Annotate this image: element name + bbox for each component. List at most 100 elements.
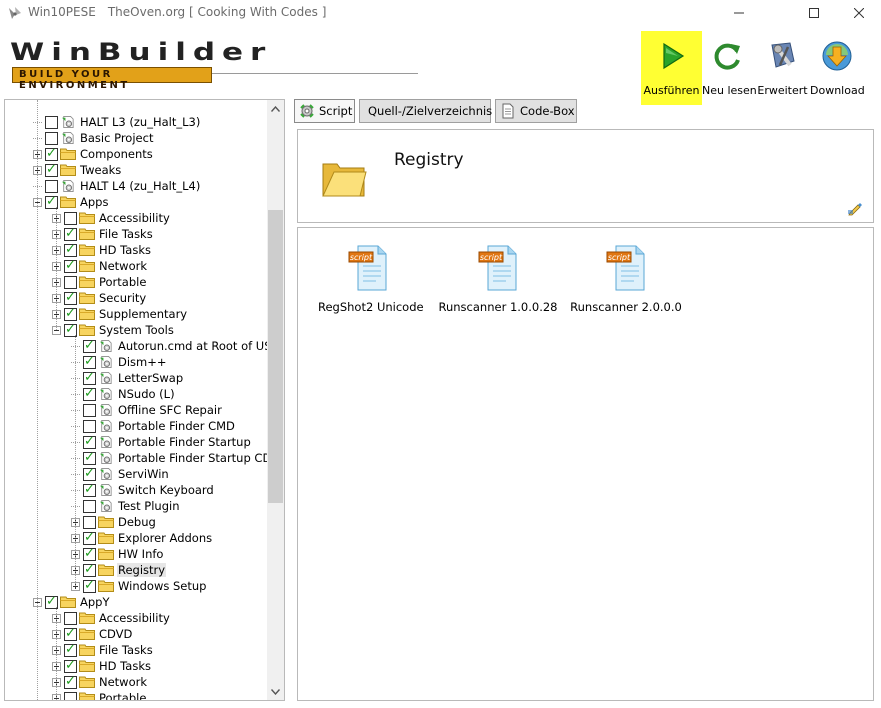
tree-checkbox[interactable] [64, 211, 77, 225]
tree-checkbox[interactable] [64, 691, 77, 700]
logo-tagline: BUILD YOUR ENVIRONMENT [19, 69, 130, 91]
tree-item[interactable]: Registry [71, 562, 167, 578]
tree-checkbox[interactable] [83, 338, 96, 353]
tree-item[interactable]: Dism++ [71, 354, 168, 370]
scroll-down-button[interactable] [267, 683, 284, 700]
tree-checkbox[interactable] [83, 386, 96, 401]
tree-item[interactable]: Test Plugin [71, 498, 181, 514]
minimize-button[interactable] [716, 0, 762, 26]
tree-item[interactable]: Offline SFC Repair [71, 402, 223, 418]
tree-checkbox[interactable] [83, 450, 96, 465]
tree-checkbox[interactable] [45, 179, 58, 193]
tree-item[interactable]: Components [33, 146, 154, 162]
tree-item[interactable]: HALT L4 (zu_Halt_L4) [33, 178, 201, 194]
tree-checkbox[interactable] [83, 434, 96, 449]
tab-script[interactable]: Script [294, 99, 355, 123]
tree-item[interactable]: Security [52, 290, 147, 306]
script-file-item[interactable]: script RegShot2 Unicode [318, 244, 424, 314]
tree-item-label: Components [80, 147, 153, 161]
tree-item[interactable]: Network [52, 258, 148, 274]
tree-item[interactable]: Debug [71, 514, 157, 530]
refresh-button[interactable]: Neu lesen [702, 31, 757, 105]
folder-icon [98, 547, 114, 561]
tree-item[interactable]: CDVD [52, 626, 133, 642]
tree-item[interactable]: Portable [52, 274, 147, 290]
advanced-button[interactable]: Erweitert [755, 31, 810, 105]
tree-checkbox[interactable] [64, 642, 77, 657]
tree-item[interactable]: HW Info [71, 546, 164, 562]
tree-checkbox[interactable] [83, 499, 96, 513]
tree-item[interactable]: Supplementary [52, 306, 188, 322]
edit-icon[interactable] [847, 200, 863, 216]
tree-item[interactable]: HD Tasks [52, 242, 152, 258]
tree-checkbox[interactable] [64, 226, 77, 241]
tree-item-label: Tweaks [80, 163, 122, 177]
scroll-up-button[interactable] [267, 100, 284, 117]
tree-item-label: Debug [118, 515, 156, 529]
download-button[interactable]: Download [810, 31, 865, 105]
tree-checkbox[interactable] [45, 146, 58, 161]
tree-item[interactable]: NSudo (L) [71, 386, 176, 402]
tab-source-target[interactable]: Quell-/Zielverzeichnis [359, 99, 492, 123]
tree-item[interactable]: Accessibility [52, 610, 171, 626]
tree-item[interactable]: Network [52, 674, 148, 690]
tree-item[interactable]: Explorer Addons [71, 530, 213, 546]
tree-checkbox[interactable] [64, 242, 77, 257]
maximize-button[interactable] [791, 0, 837, 26]
folder-icon [79, 260, 95, 272]
tree-item[interactable]: LetterSwap [71, 370, 184, 386]
tree-checkbox[interactable] [83, 354, 96, 369]
tree-checkbox[interactable] [64, 275, 77, 289]
tree-item-label: HW Info [118, 547, 164, 561]
tree-checkbox[interactable] [64, 290, 77, 305]
script-file-item[interactable]: script Runscanner 2.0.0.0 [570, 244, 682, 314]
tree-item[interactable]: Portable [52, 690, 147, 700]
tree-checkbox[interactable] [45, 162, 58, 177]
tree-item[interactable]: Apps [33, 194, 109, 210]
tree-checkbox[interactable] [83, 370, 96, 385]
tree-checkbox[interactable] [64, 258, 77, 273]
tree-checkbox[interactable] [83, 466, 96, 481]
tree-checkbox[interactable] [45, 115, 58, 129]
script-gear-icon [98, 435, 114, 449]
tree-scrollbar[interactable] [267, 100, 284, 700]
tree-checkbox[interactable] [64, 674, 77, 689]
script-gear-icon [60, 179, 76, 193]
tree-checkbox[interactable] [45, 131, 58, 145]
window-title: Win10PESE TheOven.org [ Cooking With Code… [28, 5, 326, 19]
tree-item[interactable]: File Tasks [52, 642, 154, 658]
tree-item[interactable]: HALT L3 (zu_Halt_L3) [33, 114, 201, 130]
tree-checkbox[interactable] [83, 546, 96, 561]
tab-code-box[interactable]: Code-Box [495, 99, 577, 123]
tree-item[interactable]: Portable Finder Startup [71, 434, 252, 450]
tree-checkbox[interactable] [64, 626, 77, 641]
tree-item[interactable]: Accessibility [52, 210, 171, 226]
tree-checkbox[interactable] [83, 562, 96, 577]
tree-item[interactable]: Tweaks [33, 162, 122, 178]
tree-item[interactable]: Portable Finder Startup CD [71, 450, 267, 466]
tree-item[interactable]: AppY [33, 594, 111, 610]
tree-item[interactable]: HD Tasks [52, 658, 152, 674]
tree-item[interactable]: Autorun.cmd at Root of USB [71, 338, 267, 354]
tree-checkbox[interactable] [83, 530, 96, 545]
script-file-item[interactable]: script Runscanner 1.0.0.28 [438, 244, 558, 314]
tree-checkbox[interactable] [83, 578, 96, 593]
scroll-thumb[interactable] [268, 210, 283, 503]
tree-checkbox[interactable] [64, 611, 77, 625]
tree-item[interactable]: Windows Setup [71, 578, 207, 594]
tree-item[interactable]: File Tasks [52, 226, 154, 242]
tree-checkbox[interactable] [83, 403, 96, 417]
tree-item[interactable]: ServiWin [71, 466, 170, 482]
tree-checkbox[interactable] [64, 306, 77, 321]
tree-item[interactable]: Basic Project [33, 130, 154, 146]
tree-item[interactable]: System Tools [52, 322, 175, 338]
tree-checkbox[interactable] [83, 419, 96, 433]
tree-item[interactable]: Portable Finder CMD [71, 418, 236, 434]
tree-item-label: Apps [80, 195, 109, 209]
tree-checkbox[interactable] [83, 515, 96, 529]
tree-item[interactable]: Switch Keyboard [71, 482, 215, 498]
tree-checkbox[interactable] [83, 482, 96, 497]
run-button[interactable]: Ausführen [641, 31, 702, 105]
tree-checkbox[interactable] [64, 658, 77, 673]
close-button[interactable] [836, 0, 881, 26]
